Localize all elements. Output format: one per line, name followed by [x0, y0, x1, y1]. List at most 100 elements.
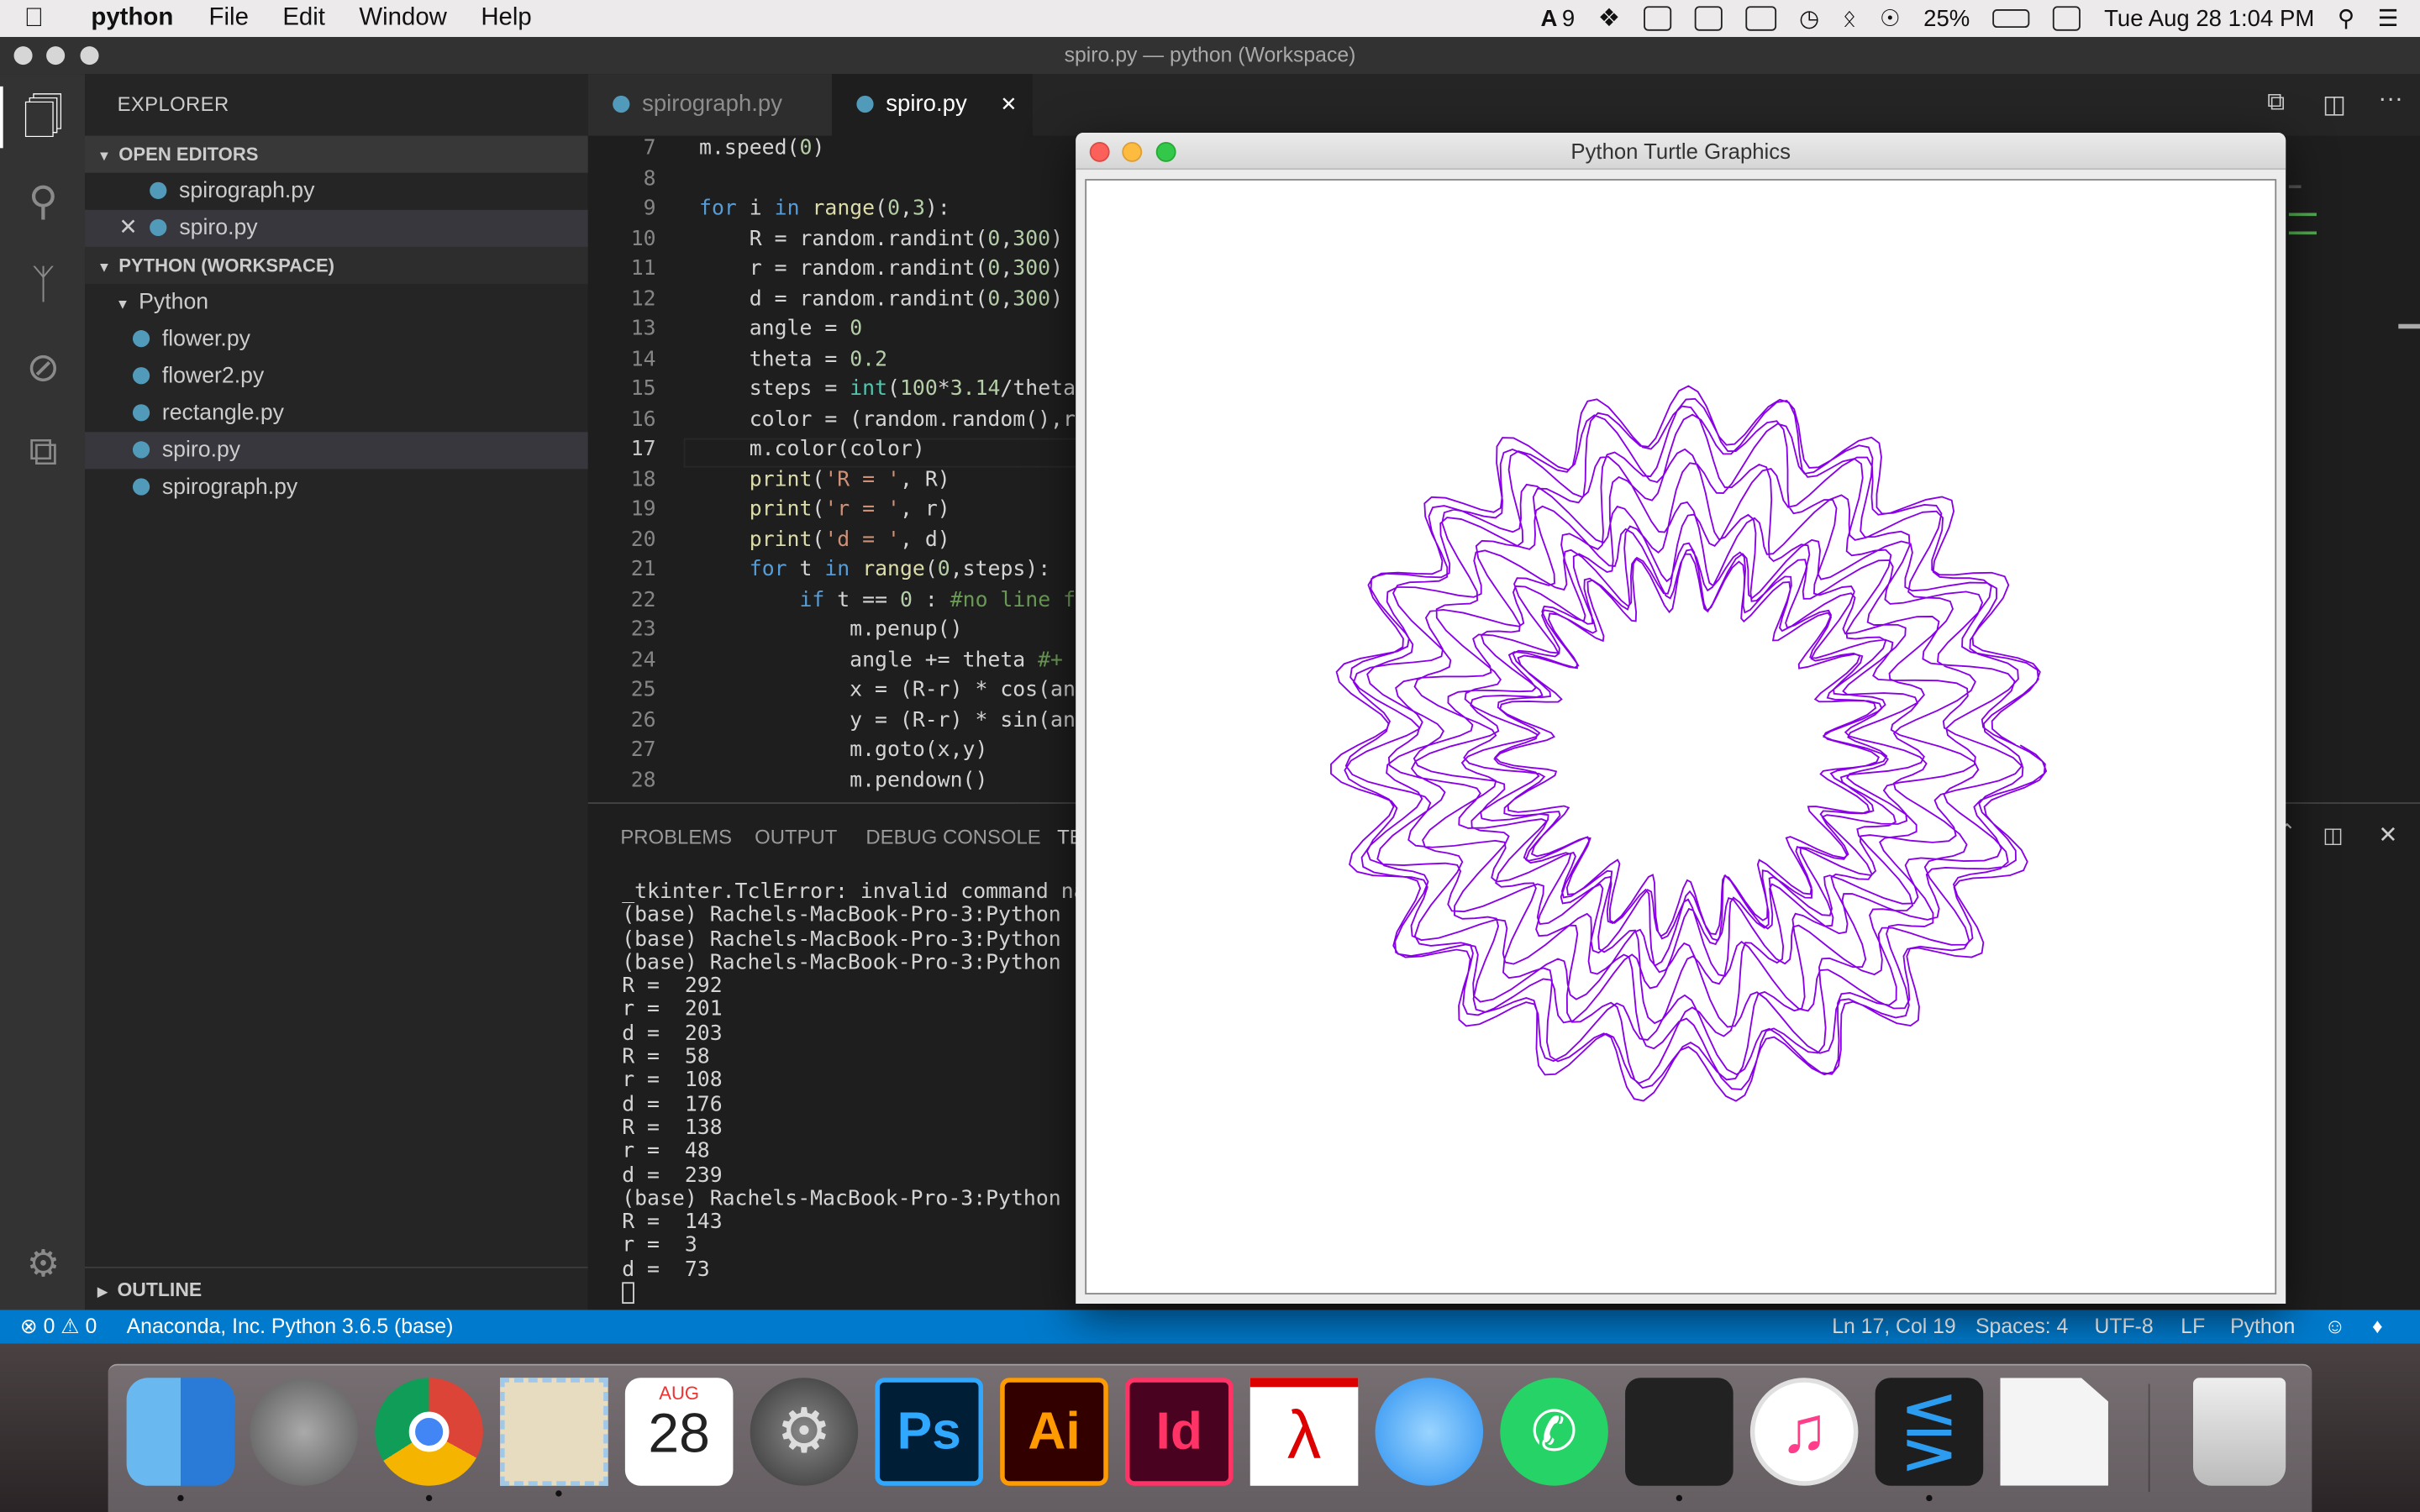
indentation-status[interactable]: Spaces: 4	[1975, 1310, 2068, 1343]
menu-help[interactable]: Help	[464, 5, 549, 33]
turtle-canvas[interactable]	[1085, 179, 2277, 1295]
cursor-position[interactable]: Ln 17, Col 19	[1832, 1310, 1956, 1343]
workspace-section[interactable]: ▼ PYTHON (WORKSPACE)	[85, 246, 588, 284]
battery-icon[interactable]	[1992, 9, 2030, 29]
tab-spiro[interactable]: spiro.py ✕	[832, 74, 1033, 136]
dock-finder[interactable]	[126, 1378, 235, 1502]
dock-itunes[interactable]: ♫	[1749, 1378, 1859, 1486]
outline-section[interactable]: ▶ OUTLINE	[85, 1266, 588, 1310]
terminal-output[interactable]: _tkinter.TclError: invalid command name(…	[622, 879, 1111, 1305]
scrollbar-marker[interactable]	[2398, 323, 2420, 329]
file-item-selected[interactable]: spiro.py	[85, 432, 588, 470]
dock-system-preferences[interactable]: ⚙	[750, 1378, 859, 1486]
tab-debug-console[interactable]: DEBUG CONSOLE	[865, 826, 1040, 849]
source-control-icon[interactable]: ᛉ	[18, 260, 68, 309]
folder-item[interactable]: ▼ Python	[85, 284, 588, 321]
terminal-line: R = 58	[622, 1044, 710, 1070]
dock-acrobat[interactable]: λ	[1249, 1378, 1359, 1486]
line-number: 24	[630, 647, 656, 672]
eol-status[interactable]: LF	[2181, 1310, 2205, 1343]
apple-icon[interactable]: 	[0, 3, 68, 34]
dock-trash[interactable]	[2193, 1378, 2286, 1486]
dock-vscode[interactable]: ⋚	[1875, 1378, 1984, 1502]
menu-file[interactable]: File	[192, 5, 266, 33]
encoding-status[interactable]: UTF-8	[2094, 1310, 2153, 1343]
dock-photoshop[interactable]: Ps	[875, 1378, 984, 1486]
feedback-icon[interactable]: ☺	[2324, 1310, 2345, 1343]
dropbox-icon[interactable]: ❖	[1598, 3, 1620, 34]
python-file-icon	[150, 181, 167, 199]
minimize-window-button[interactable]	[46, 46, 66, 66]
display-icon[interactable]	[1744, 6, 1776, 31]
file-item[interactable]: flower2.py	[85, 358, 588, 395]
terminal-line: d = 176	[622, 1091, 723, 1117]
line-number: 16	[630, 406, 656, 432]
search-icon[interactable]: ⚲	[18, 176, 68, 225]
dock-launchpad[interactable]	[250, 1378, 359, 1486]
debug-icon[interactable]: ⊘	[18, 343, 68, 392]
code-line: theta = 0.2	[699, 346, 888, 371]
close-icon[interactable]: ✕	[118, 216, 137, 240]
script-icon[interactable]	[1694, 6, 1723, 31]
dock-calendar[interactable]: AUG 28	[624, 1378, 734, 1486]
dock-chrome[interactable]	[375, 1378, 483, 1502]
keyboard-icon[interactable]	[2053, 6, 2081, 31]
line-number: 23	[630, 617, 656, 643]
close-panel-icon[interactable]: ✕	[2378, 821, 2397, 848]
dock-whatsapp[interactable]: ✆	[1500, 1378, 1608, 1486]
menu-edit[interactable]: Edit	[266, 5, 342, 33]
line-number: 14	[630, 346, 656, 371]
explorer-icon[interactable]: 🗍	[18, 92, 68, 142]
split-panel-icon[interactable]: ◫	[2323, 822, 2343, 848]
interpreter-status[interactable]: Anaconda, Inc. Python 3.6.5 (base)	[127, 1310, 454, 1343]
dock-messages[interactable]	[1375, 1378, 1484, 1486]
gear-icon[interactable]: ⚙	[18, 1241, 68, 1290]
notification-center-icon[interactable]: ☰	[2378, 5, 2399, 32]
open-editor-item-active[interactable]: ✕ spiro.py	[85, 209, 588, 247]
code-editor[interactable]: 7 8 9 10 11 12 13 14 15 16 17 18 19 20 21 22 23 24 25 26 27 2…	[587, 135, 1076, 803]
time-machine-icon[interactable]: ◷	[1799, 5, 1819, 32]
terminal-cursor	[622, 1282, 634, 1305]
wifi-icon[interactable]: ☉	[1880, 5, 1901, 32]
minimap[interactable]	[2288, 182, 2320, 244]
turtle-close-button[interactable]	[1089, 141, 1110, 162]
file-item[interactable]: spirograph.py	[85, 469, 588, 506]
open-editor-item[interactable]: spirograph.py	[85, 173, 588, 210]
warning-count: 0	[85, 1314, 97, 1338]
language-status[interactable]: Python	[2230, 1310, 2295, 1343]
bluetooth-icon[interactable]: ᛟ	[1843, 5, 1857, 31]
file-item[interactable]: flower.py	[85, 321, 588, 358]
turtle-minimize-button[interactable]	[1122, 141, 1143, 162]
problems-status[interactable]: ⊗ 0 ⚠ 0	[20, 1310, 97, 1343]
dock-indesign[interactable]: Id	[1124, 1378, 1234, 1486]
drive-icon[interactable]	[1643, 6, 1671, 31]
open-editors-section[interactable]: ▼ OPEN EDITORS	[85, 135, 588, 173]
tab-problems[interactable]: PROBLEMS	[620, 826, 732, 849]
tab-output[interactable]: OUTPUT	[755, 826, 837, 849]
line-number: 19	[630, 496, 656, 522]
dock-illustrator[interactable]: Ai	[1000, 1378, 1108, 1486]
open-changes-icon[interactable]: ⧉	[2267, 90, 2285, 118]
tab-spirograph[interactable]: spirograph.py	[587, 74, 833, 136]
turtle-zoom-button[interactable]	[1155, 141, 1176, 162]
extensions-icon[interactable]: ⧉	[18, 426, 68, 475]
file-item[interactable]: rectangle.py	[85, 395, 588, 432]
split-editor-icon[interactable]: ◫	[2323, 90, 2346, 121]
battery-percent[interactable]: 25%	[1923, 5, 1970, 31]
more-actions-icon[interactable]: ···	[2378, 87, 2402, 114]
bell-icon[interactable]: ♦	[2372, 1310, 2383, 1343]
menu-app-name[interactable]: python	[68, 5, 192, 33]
clock[interactable]: Tue Aug 28 1:04 PM	[2104, 5, 2314, 31]
dock-document[interactable]	[2000, 1378, 2108, 1486]
spirograph-drawing	[1330, 385, 2048, 1102]
close-window-button[interactable]	[13, 46, 33, 66]
close-icon[interactable]: ✕	[1000, 74, 1017, 135]
zoom-window-button[interactable]	[80, 46, 99, 66]
adobe-icon[interactable]: A9	[1540, 5, 1575, 31]
menu-window[interactable]: Window	[342, 5, 464, 33]
dock-rhino[interactable]	[1625, 1378, 1733, 1502]
calendar-day: 28	[648, 1400, 710, 1465]
tab-label: spirograph.py	[642, 91, 783, 118]
dock-mail[interactable]	[500, 1378, 608, 1497]
spotlight-icon[interactable]: ⚲	[2338, 5, 2354, 32]
